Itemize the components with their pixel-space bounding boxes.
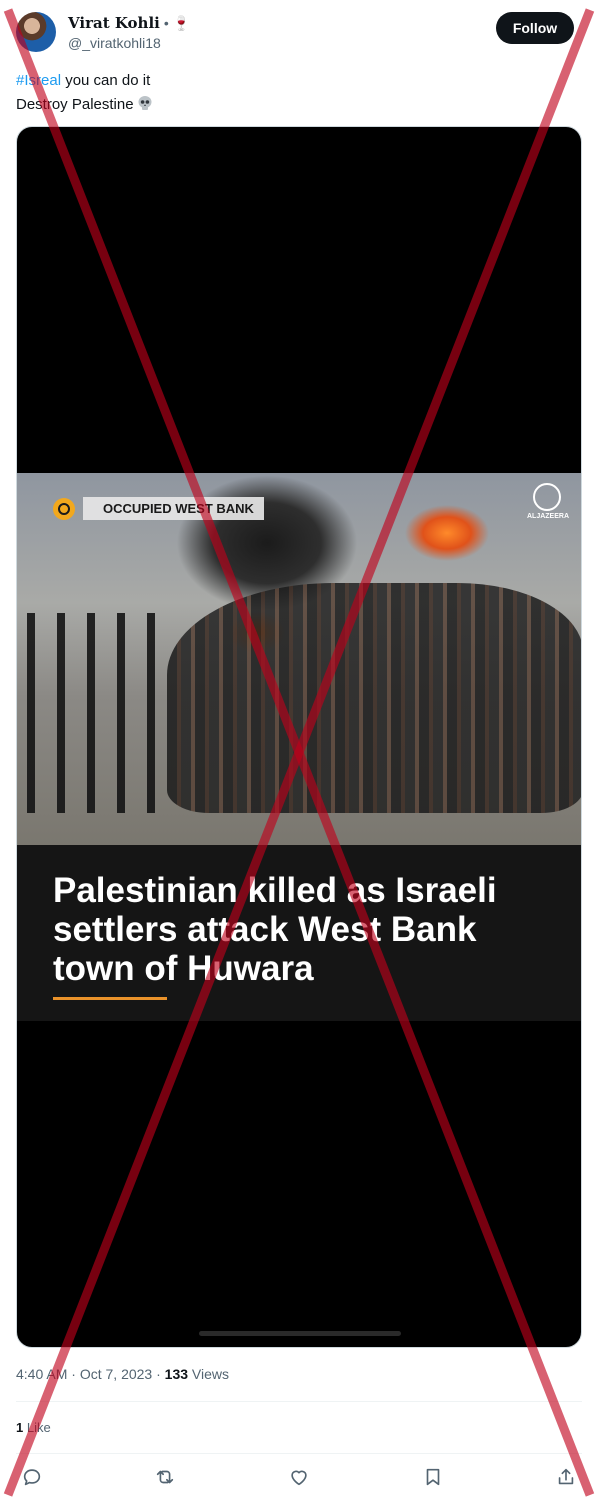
views-label: Views [188, 1366, 230, 1382]
news-photo: OCCUPIED WEST BANK ALJAZEERA [17, 473, 581, 845]
tweet-line-2-text: Destroy Palestine [16, 96, 134, 113]
divider [16, 1401, 582, 1402]
follow-button[interactable]: Follow [496, 12, 574, 44]
tweet-time[interactable]: 4:40 AM [16, 1366, 67, 1382]
like-icon [291, 1470, 307, 1486]
meta-separator: · [152, 1366, 165, 1382]
retweet-button[interactable] [154, 1466, 178, 1490]
bookmark-icon [426, 1468, 440, 1486]
crowd-image-left [27, 613, 167, 813]
tweet-text: #Isreal you can do it Destroy Palestine [16, 69, 153, 117]
aljazeera-logo-icon [533, 483, 561, 511]
share-icon [558, 1468, 574, 1485]
headline-band: Palestinian killed as Israeli settlers a… [17, 845, 581, 1021]
video-media[interactable]: OCCUPIED WEST BANK ALJAZEERA Palestinian… [16, 126, 582, 1348]
tweet-line-2: Destroy Palestine [16, 93, 153, 117]
video-progress-bar[interactable] [199, 1331, 401, 1336]
reply-button[interactable] [21, 1466, 45, 1490]
tweet-line-1-text: you can do it [61, 72, 151, 89]
location-label: OCCUPIED WEST BANK [83, 497, 264, 520]
author-display-name[interactable]: Virat Kohli [68, 14, 160, 32]
avatar[interactable] [16, 12, 56, 52]
location-pin-icon [53, 497, 75, 520]
retweet-icon [156, 1470, 174, 1484]
tweet-line-1: #Isreal you can do it [16, 69, 153, 93]
tweet-date[interactable]: Oct 7, 2023 [80, 1366, 152, 1382]
news-headline: Palestinian killed as Israeli settlers a… [53, 871, 497, 988]
tweet-meta: 4:40 AM · Oct 7, 2023 · 133 Views [16, 1366, 229, 1382]
likes-summary[interactable]: 1 Like [16, 1420, 51, 1435]
views-count: 133 [164, 1366, 189, 1382]
author-name-suffix: • 🍷 [163, 14, 191, 31]
share-button[interactable] [555, 1466, 579, 1490]
author-name-row: Virat Kohli • 🍷 [68, 14, 190, 32]
likes-label: Like [23, 1420, 51, 1435]
author-handle[interactable]: @_viratkohli18 [68, 35, 161, 51]
headline-underline [53, 997, 167, 1000]
bookmark-button[interactable] [422, 1466, 446, 1490]
meta-separator: · [67, 1366, 80, 1382]
divider [16, 1453, 582, 1454]
aljazeera-logo-text: ALJAZEERA [527, 513, 570, 520]
aljazeera-logo: ALJAZEERA [527, 483, 570, 520]
like-button[interactable] [288, 1466, 312, 1490]
skull-emoji-icon [138, 96, 152, 110]
hashtag-link[interactable]: #Isreal [16, 72, 61, 89]
reply-icon [23, 1469, 41, 1486]
location-tag: OCCUPIED WEST BANK [53, 497, 264, 520]
crowd-image [167, 583, 581, 813]
